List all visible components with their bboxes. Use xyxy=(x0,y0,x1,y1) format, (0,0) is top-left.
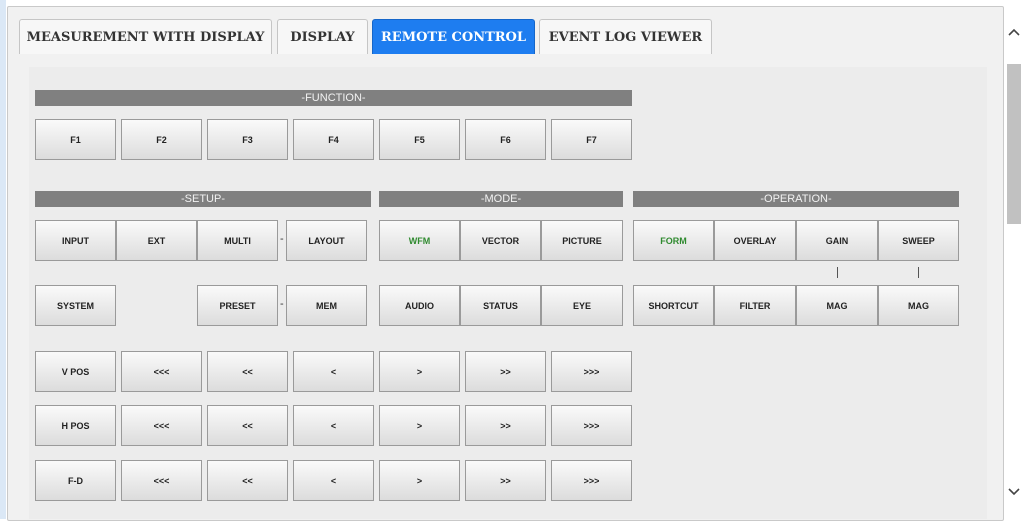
section-setup: -SETUP- xyxy=(35,191,371,207)
h-pos-left-1-button[interactable]: < xyxy=(293,405,374,446)
h-pos-left-3-button[interactable]: <<< xyxy=(121,405,202,446)
preset-mem-link: - xyxy=(280,298,284,310)
eye-button[interactable]: EYE xyxy=(541,285,623,326)
mem-button[interactable]: MEM xyxy=(286,285,367,326)
left-edge xyxy=(0,0,6,519)
filter-button[interactable]: FILTER xyxy=(714,285,796,326)
tab-display[interactable]: DISPLAY xyxy=(277,19,368,54)
f3-button[interactable]: F3 xyxy=(207,119,288,160)
f1-button[interactable]: F1 xyxy=(35,119,116,160)
h-pos-right-2-button[interactable]: >> xyxy=(465,405,546,446)
sweep-mag-link xyxy=(918,267,919,278)
form-button[interactable]: FORM xyxy=(633,220,714,261)
f6-button[interactable]: F6 xyxy=(465,119,546,160)
h-pos-right-3-button[interactable]: >>> xyxy=(551,405,632,446)
f-d-right-1-button[interactable]: > xyxy=(379,460,460,501)
f-d-right-3-button[interactable]: >>> xyxy=(551,460,632,501)
v-pos-left-2-button[interactable]: << xyxy=(207,351,288,392)
preset-button[interactable]: PRESET xyxy=(197,285,278,326)
layout-button[interactable]: LAYOUT xyxy=(286,220,367,261)
audio-button[interactable]: AUDIO xyxy=(379,285,460,326)
remote-control-panel: -FUNCTION- F1 F2 F3 F4 F5 F6 F7 -SETUP- … xyxy=(29,67,987,519)
f2-button[interactable]: F2 xyxy=(121,119,202,160)
gain-mag-button[interactable]: MAG xyxy=(796,285,878,326)
tab-event-log-viewer[interactable]: EVENT LOG VIEWER xyxy=(539,19,712,54)
chevron-up-icon[interactable] xyxy=(1004,22,1024,42)
system-button[interactable]: SYSTEM xyxy=(35,285,116,326)
tab-measurement-with-display[interactable]: MEASUREMENT WITH DISPLAY xyxy=(19,19,272,54)
chevron-down-icon[interactable] xyxy=(1004,482,1024,502)
multi-layout-link: - xyxy=(280,233,284,245)
gain-button[interactable]: GAIN xyxy=(796,220,878,261)
sweep-button[interactable]: SWEEP xyxy=(878,220,959,261)
h-pos-button[interactable]: H POS xyxy=(35,405,116,446)
v-pos-right-2-button[interactable]: >> xyxy=(465,351,546,392)
f-d-left-1-button[interactable]: < xyxy=(293,460,374,501)
overlay-button[interactable]: OVERLAY xyxy=(714,220,796,261)
gain-mag-link xyxy=(837,267,838,278)
sweep-mag-button[interactable]: MAG xyxy=(878,285,959,326)
status-button[interactable]: STATUS xyxy=(460,285,541,326)
section-mode: -MODE- xyxy=(379,191,623,207)
f-d-left-2-button[interactable]: << xyxy=(207,460,288,501)
tab-remote-control[interactable]: REMOTE CONTROL xyxy=(372,19,535,54)
vector-button[interactable]: VECTOR xyxy=(460,220,541,261)
multi-button[interactable]: MULTI xyxy=(197,220,278,261)
input-button[interactable]: INPUT xyxy=(35,220,116,261)
section-operation: -OPERATION- xyxy=(633,191,959,207)
f4-button[interactable]: F4 xyxy=(293,119,374,160)
h-pos-right-1-button[interactable]: > xyxy=(379,405,460,446)
section-function: -FUNCTION- xyxy=(35,90,632,106)
f5-button[interactable]: F5 xyxy=(379,119,460,160)
v-pos-right-3-button[interactable]: >>> xyxy=(551,351,632,392)
v-pos-left-1-button[interactable]: < xyxy=(293,351,374,392)
shortcut-button[interactable]: SHORTCUT xyxy=(633,285,714,326)
f-d-right-2-button[interactable]: >> xyxy=(465,460,546,501)
wfm-button[interactable]: WFM xyxy=(379,220,460,261)
f7-button[interactable]: F7 xyxy=(551,119,632,160)
h-pos-left-2-button[interactable]: << xyxy=(207,405,288,446)
picture-button[interactable]: PICTURE xyxy=(541,220,623,261)
ext-button[interactable]: EXT xyxy=(116,220,197,261)
f-d-button[interactable]: F-D xyxy=(35,460,116,501)
v-pos-button[interactable]: V POS xyxy=(35,351,116,392)
scrollbar-thumb[interactable] xyxy=(1007,64,1021,224)
v-pos-right-1-button[interactable]: > xyxy=(379,351,460,392)
vertical-scrollbar[interactable] xyxy=(1004,18,1024,504)
f-d-left-3-button[interactable]: <<< xyxy=(121,460,202,501)
v-pos-left-3-button[interactable]: <<< xyxy=(121,351,202,392)
